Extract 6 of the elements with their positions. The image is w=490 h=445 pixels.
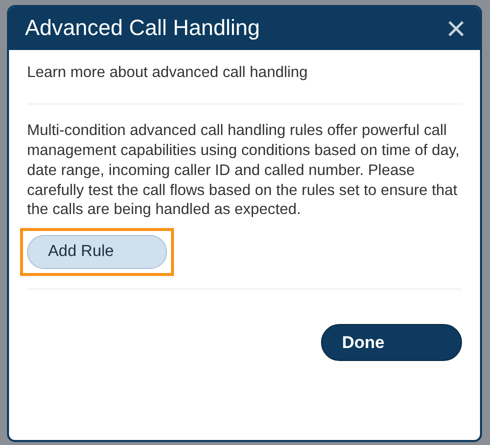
close-button[interactable]: × <box>446 12 466 46</box>
learn-more-link[interactable]: Learn more about advanced call handling <box>27 62 308 85</box>
done-button[interactable]: Done <box>321 324 462 362</box>
dialog-title: Advanced Call Handling <box>25 15 260 42</box>
description-text: Multi-condition advanced call handling rules offer powerful call management capabilities using conditions based on time of day, date range, incoming caller ID and called number. Please carefully test the call flows based on the rules set to ensure that the calls are being handled as expected. <box>27 120 461 220</box>
add-rule-button[interactable]: Add Rule <box>27 235 167 270</box>
